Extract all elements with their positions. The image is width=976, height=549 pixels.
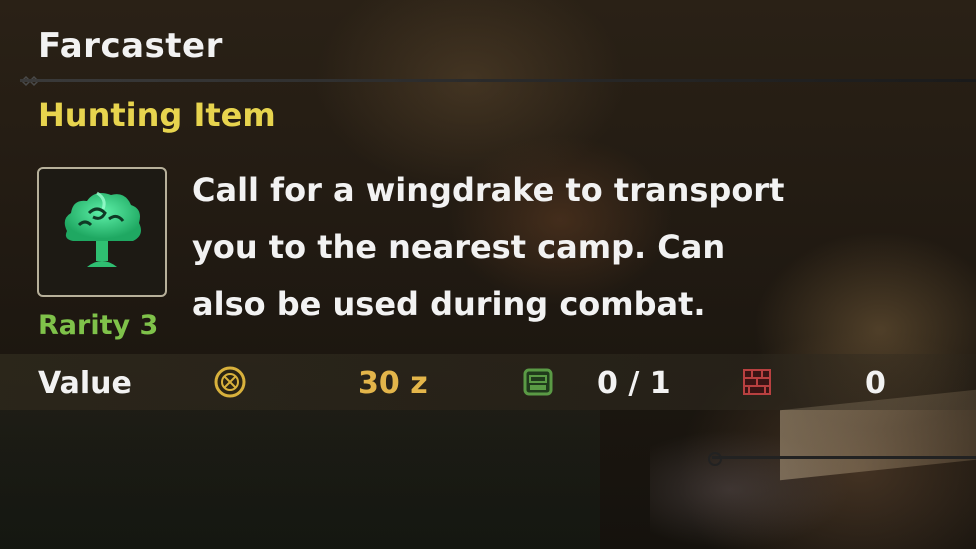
farcaster-item-icon [64,191,141,267]
item-icon-frame [37,167,167,297]
item-box-icon [743,369,771,395]
item-info-panel: Farcaster Hunting Item Rarity 3 Call for… [0,0,976,549]
value-row: Value 30 z 0 / 1 0 [0,354,976,410]
item-category: Hunting Item [38,96,276,134]
pouch-count: 0 / 1 [597,366,671,401]
zenny-coin-icon [214,366,246,398]
item-name: Farcaster [38,26,223,66]
value-label: Value [38,366,132,401]
title-divider [20,79,976,82]
item-description: Call for a wingdrake to transport you to… [192,162,832,333]
item-pouch-icon [523,368,553,396]
box-count: 0 [865,366,886,401]
item-rarity: Rarity 3 [38,310,159,341]
description-line: you to the nearest camp. Can [192,228,726,266]
item-price: 30 z [358,366,428,401]
description-line: also be used during combat. [192,285,706,323]
description-line: Call for a wingdrake to transport [192,171,785,209]
